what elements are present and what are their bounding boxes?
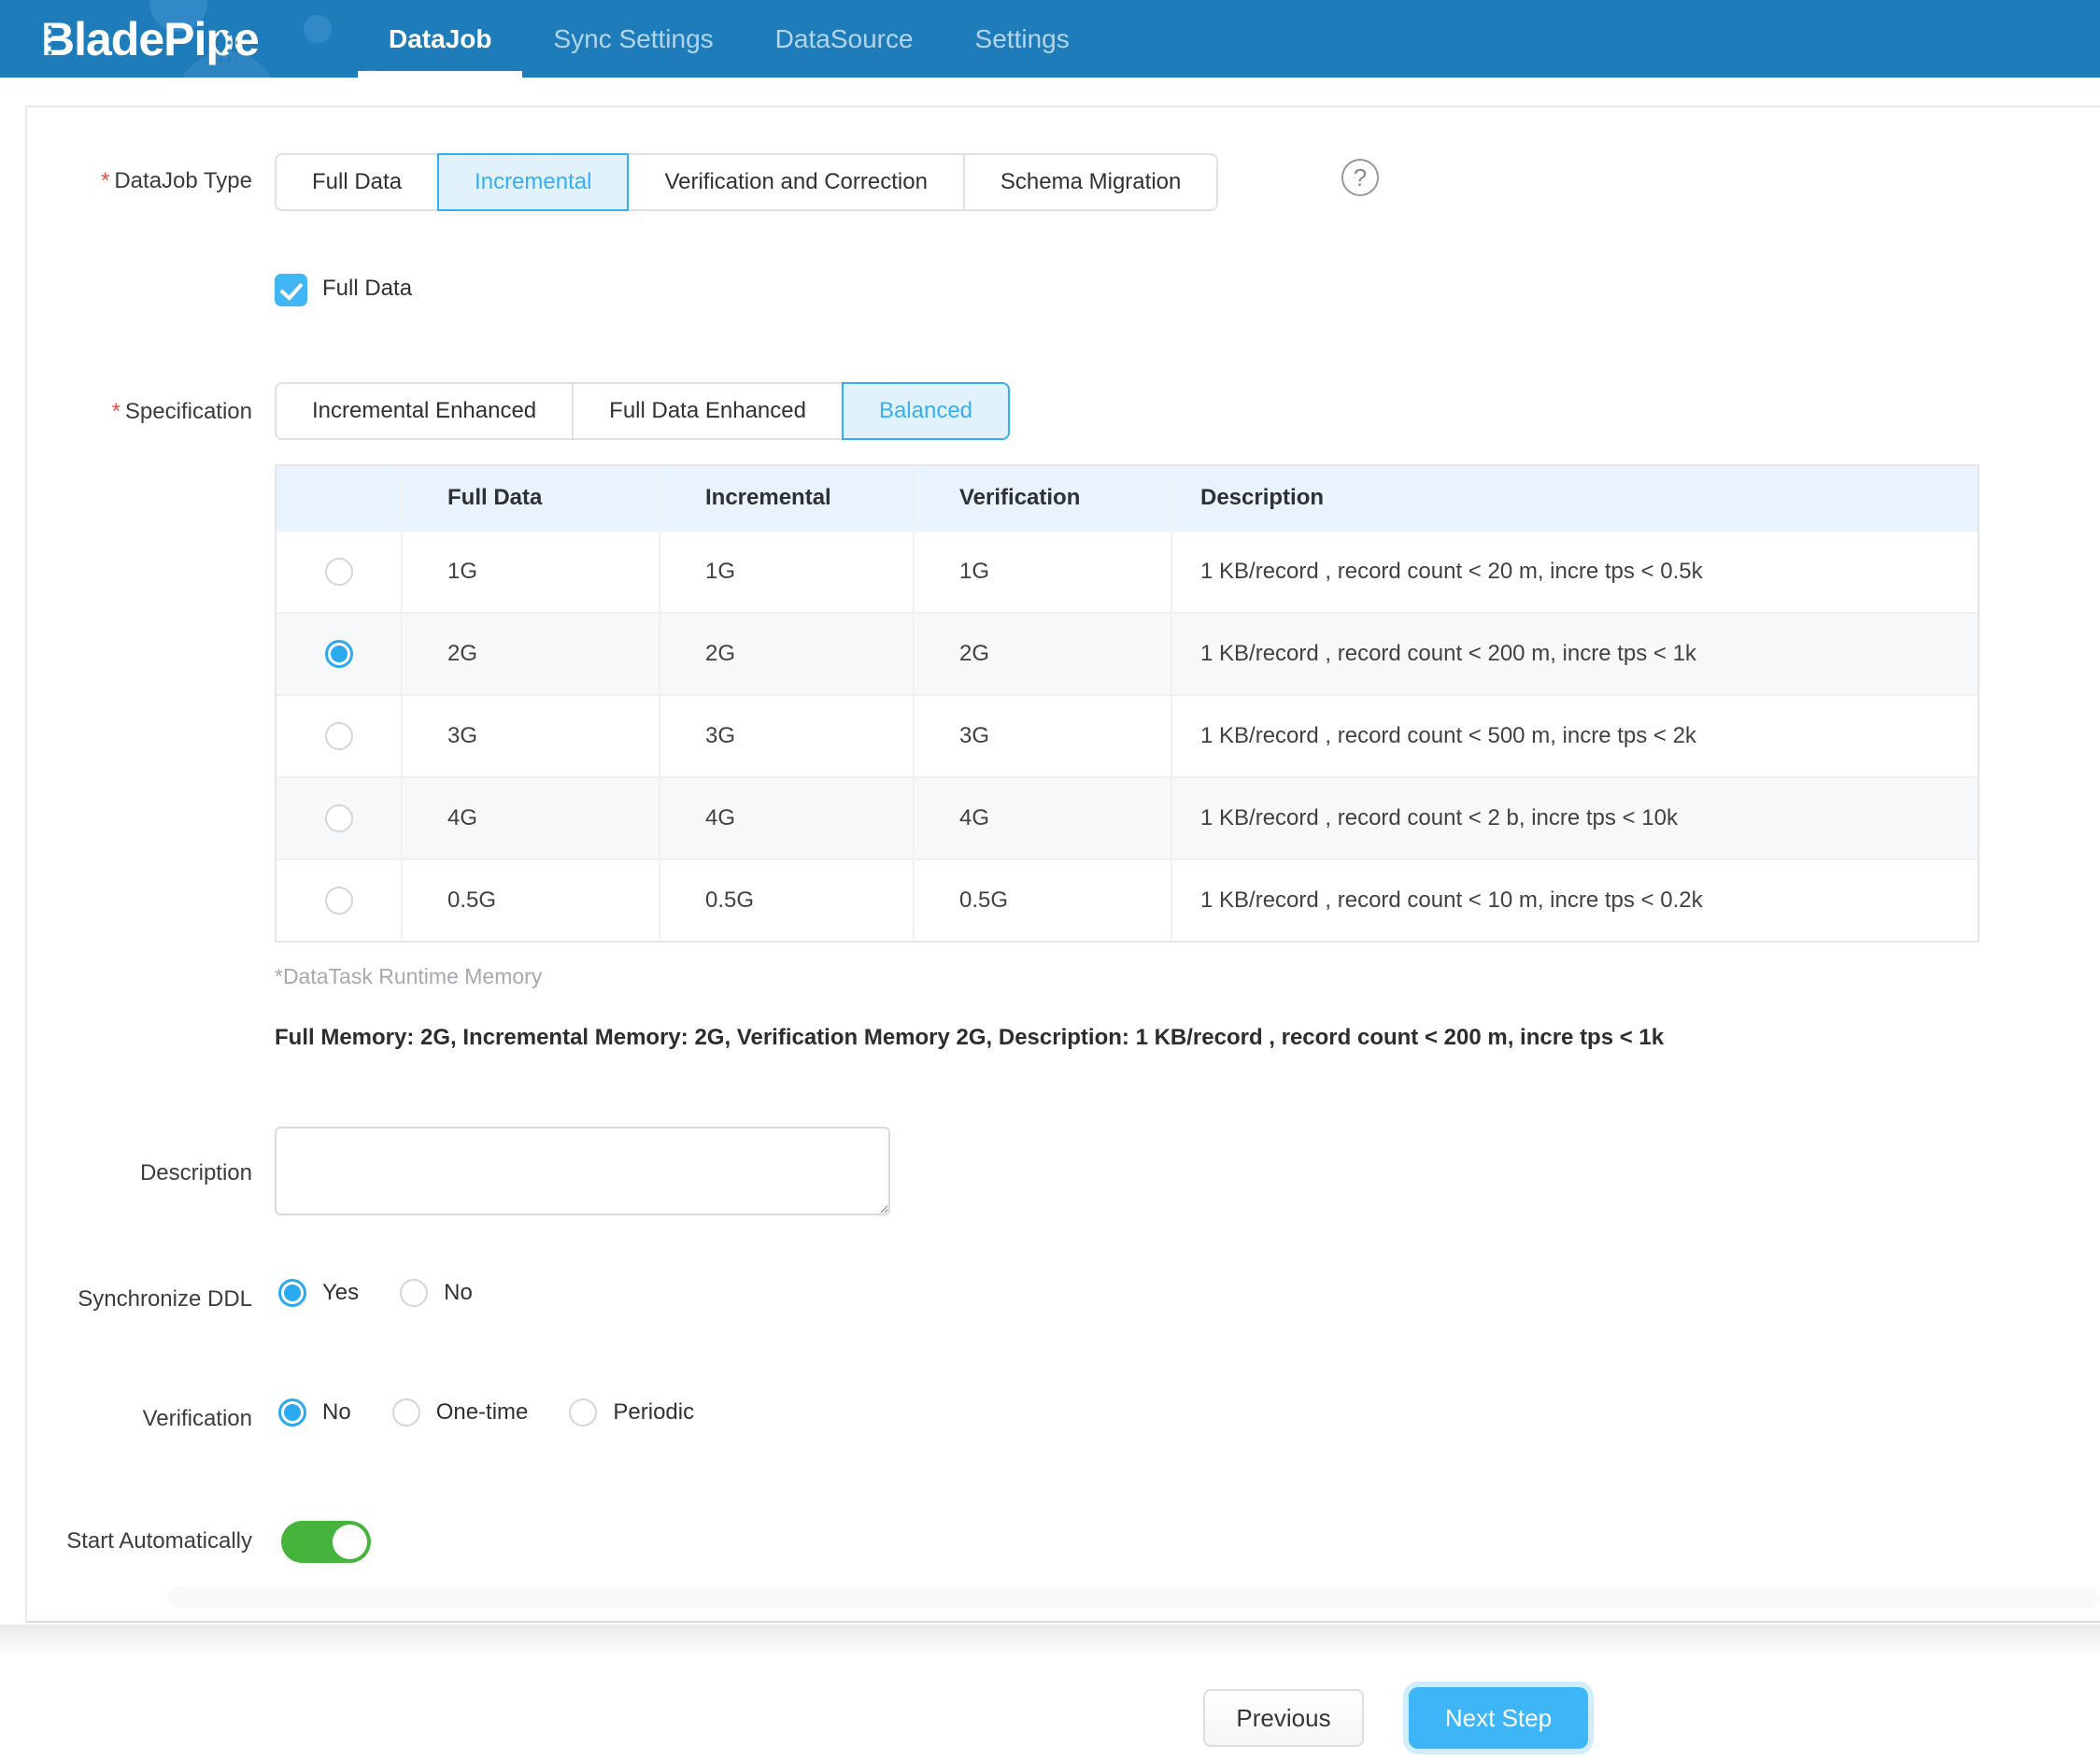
spec-full-data-enhanced[interactable]: Full Data Enhanced [572,382,844,440]
logo-particle-effect [37,15,52,64]
table-header-radio [277,466,401,530]
full-data-checkbox[interactable] [275,274,307,306]
cell-description: 1 KB/record , record count < 10 m, incre… [1171,860,1978,941]
cell-full-data: 0.5G [401,860,659,941]
nav-item-sync-settings[interactable]: Sync Settings [522,0,744,78]
cell-verification: 3G [913,696,1171,776]
cell-description: 1 KB/record , record count < 500 m, incr… [1171,696,1978,776]
cell-verification: 4G [913,778,1171,859]
required-marker: * [112,399,121,424]
radio-yes[interactable] [278,1279,306,1307]
required-marker: * [101,168,109,193]
verification-no-option[interactable]: No [278,1398,351,1426]
radio-no[interactable] [278,1398,306,1426]
datajob-type-button-group: Full Data Incremental Verification and C… [275,153,1218,211]
verification-label: Verification [27,1404,252,1434]
table-header-row: Full Data Incremental Verification Descr… [277,466,1978,530]
start-automatically-label: Start Automatically [27,1526,252,1556]
specification-label: *Specification [27,397,252,427]
cell-incremental: 2G [659,614,913,694]
synchronize-ddl-yes-option[interactable]: Yes [278,1279,359,1307]
start-automatically-toggle[interactable] [281,1521,371,1563]
next-step-button[interactable]: Next Step [1409,1687,1588,1749]
top-nav: BladePipe DataJob Sync Settings DataSour… [0,0,2100,78]
table-row: 1G 1G 1G 1 KB/record , record count < 20… [277,530,1978,612]
synchronize-ddl-label: Synchronize DDL [27,1285,252,1314]
row-4g-radio[interactable] [325,804,353,832]
table-row: 3G 3G 3G 1 KB/record , record count < 50… [277,694,1978,776]
row-3g-radio[interactable] [325,722,353,750]
datajob-type-full-data[interactable]: Full Data [275,153,439,211]
row-05g-radio[interactable] [325,887,353,915]
table-header-incremental: Incremental [659,466,913,530]
nav-item-datasource[interactable]: DataSource [745,0,944,78]
cell-full-data: 2G [401,614,659,694]
verification-one-time-option[interactable]: One-time [392,1398,529,1426]
cell-description: 1 KB/record , record count < 20 m, incre… [1171,532,1978,612]
nav-menu: DataJob Sync Settings DataSource Setting… [358,0,1100,78]
panel-bottom-band [167,1587,2100,1608]
cell-verification: 2G [913,614,1171,694]
specification-table: Full Data Incremental Verification Descr… [275,464,1979,943]
table-header-description: Description [1171,466,1978,530]
radio-one-time[interactable] [392,1398,420,1426]
description-label: Description [27,1158,252,1188]
cell-incremental: 1G [659,532,913,612]
description-input[interactable] [275,1127,890,1215]
cell-verification: 1G [913,532,1171,612]
memory-summary-text: Full Memory: 2G, Incremental Memory: 2G,… [275,1025,2050,1051]
row-1g-radio[interactable] [325,558,353,586]
cell-full-data: 1G [401,532,659,612]
synchronize-ddl-no-option[interactable]: No [400,1279,473,1307]
datajob-type-schema-migration[interactable]: Schema Migration [963,153,1218,211]
datajob-type-incremental[interactable]: Incremental [437,153,629,211]
table-header-full-data: Full Data [401,466,659,530]
datajob-form-panel: *DataJob Type Full Data Incremental Veri… [25,106,2100,1623]
cell-description: 1 KB/record , record count < 2 b, incre … [1171,778,1978,859]
table-row: 4G 4G 4G 1 KB/record , record count < 2 … [277,776,1978,859]
full-data-checkbox-label: Full Data [322,276,412,302]
datatask-runtime-memory-note: *DataTask Runtime Memory [275,964,542,989]
help-icon[interactable]: ? [1341,159,1379,196]
spec-incremental-enhanced[interactable]: Incremental Enhanced [275,382,574,440]
cell-verification: 0.5G [913,860,1171,941]
cell-full-data: 4G [401,778,659,859]
radio-no[interactable] [400,1279,428,1307]
specification-button-group: Incremental Enhanced Full Data Enhanced … [275,382,1010,440]
verification-periodic-option[interactable]: Periodic [569,1398,694,1426]
synchronize-ddl-radio-group: Yes No [278,1279,514,1307]
row-2g-radio[interactable] [325,640,353,668]
logo-particle-effect [217,13,237,65]
radio-periodic[interactable] [569,1398,597,1426]
cell-incremental: 4G [659,778,913,859]
cell-description: 1 KB/record , record count < 200 m, incr… [1171,614,1978,694]
table-row: 0.5G 0.5G 0.5G 1 KB/record , record coun… [277,859,1978,941]
nav-item-settings[interactable]: Settings [944,0,1100,78]
spec-balanced[interactable]: Balanced [842,382,1010,440]
datajob-type-label: *DataJob Type [27,166,252,196]
cell-full-data: 3G [401,696,659,776]
nav-decoration-circle [304,15,332,43]
previous-button[interactable]: Previous [1203,1689,1364,1747]
verification-radio-group: No One-time Periodic [278,1398,735,1426]
panel-bottom-shadow [0,1625,2100,1658]
table-header-verification: Verification [913,466,1171,530]
table-row-selected: 2G 2G 2G 1 KB/record , record count < 20… [277,612,1978,694]
cell-incremental: 0.5G [659,860,913,941]
cell-incremental: 3G [659,696,913,776]
datajob-type-verification-and-correction[interactable]: Verification and Correction [627,153,964,211]
nav-item-datajob[interactable]: DataJob [358,0,522,78]
